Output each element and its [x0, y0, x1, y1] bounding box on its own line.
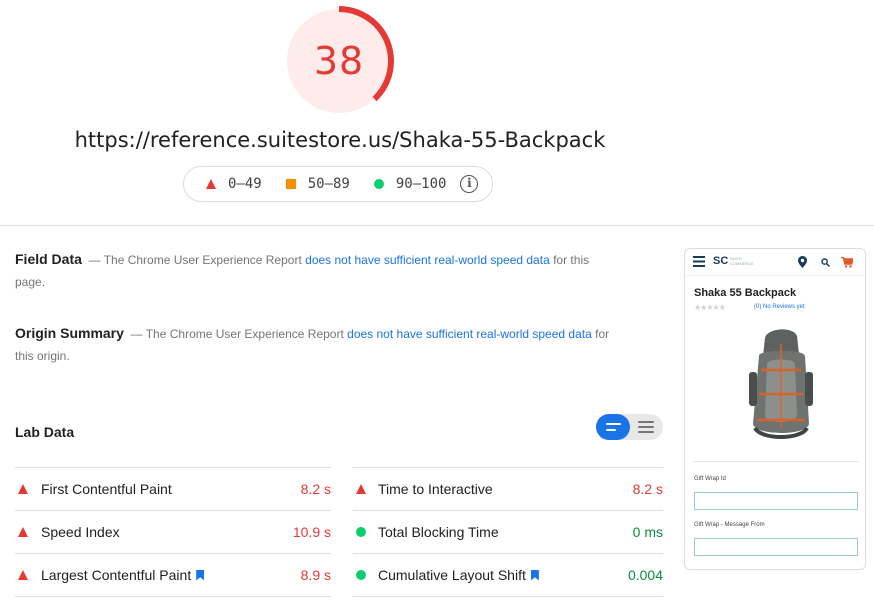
fail-triangle-icon [18, 484, 28, 494]
score-legend: 0–49 50–89 90–100 i [183, 166, 493, 202]
fail-triangle-icon [18, 527, 28, 537]
legend-fail: 0–49 [206, 176, 262, 192]
fail-triangle-icon [356, 484, 366, 494]
legend-pass-range: 90–100 [395, 176, 447, 192]
metric-row: Largest Contentful Paint 8.9 s [15, 553, 331, 596]
gift-wrap-id-field [694, 492, 858, 510]
gift-wrap-id-label: Gift Wrap Id [694, 476, 726, 482]
metrics-view-toggle[interactable] [596, 414, 663, 440]
bookmark-icon [196, 569, 205, 581]
origin-summary-dash: — [130, 327, 143, 341]
metric-value: 0.004 [627, 567, 663, 583]
info-icon[interactable]: i [460, 175, 479, 193]
metric-row: First Contentful Paint 8.2 s [15, 467, 331, 510]
pass-circle-icon [373, 179, 384, 189]
metric-label: Total Blocking Time [378, 524, 499, 540]
origin-summary-link[interactable]: does not have sufficient real-world spee… [347, 327, 592, 341]
fail-triangle-icon [18, 570, 28, 580]
tested-url: https://reference.suitestore.us/Shaka-55… [74, 128, 606, 152]
metric-value: 8.2 s [632, 481, 663, 497]
store-logo: SC [713, 255, 729, 267]
legend-pass: 90–100 [373, 176, 447, 192]
legend-average-range: 50–89 [307, 176, 350, 192]
performance-score-gauge: 38 [282, 4, 396, 118]
origin-summary-section: Origin Summary — The Chrome User Experie… [15, 322, 610, 367]
lab-data-title: Lab Data [15, 424, 75, 440]
legend-fail-range: 0–49 [228, 176, 262, 192]
field-data-dash: — [88, 253, 101, 267]
pass-circle-icon [356, 527, 366, 537]
cart-icon [841, 257, 853, 268]
gift-wrap-message-label: Gift Wrap - Message From [694, 522, 765, 528]
origin-summary-title: Origin Summary [15, 325, 124, 341]
metric-label: Speed Index [41, 524, 120, 540]
metric-label: Cumulative Layout Shift [378, 567, 526, 583]
store-logo-subtext: SUITE COMMERCE [730, 256, 754, 266]
performance-score: 38 [313, 39, 365, 83]
reviews-count: (0) No Reviews yet [754, 304, 805, 310]
metric-row: Speed Index 10.9 s [15, 510, 331, 553]
toggle-expanded-view[interactable] [630, 414, 663, 440]
thumbnail-divider [693, 461, 859, 462]
metric-label: Time to Interactive [378, 481, 493, 497]
metric-row: Total Blocking Time 0 ms [353, 510, 663, 553]
header-divider [0, 225, 874, 226]
metric-value: 8.9 s [300, 567, 331, 583]
origin-summary-text: The Chrome User Experience Report [145, 327, 344, 341]
metrics-bottom-divider [353, 596, 663, 597]
search-icon [821, 258, 830, 267]
page-screenshot-thumbnail: SC SUITE COMMERCE Shaka 55 Backpack ★★★★… [684, 248, 866, 570]
metric-value: 0 ms [632, 524, 663, 540]
metrics-bottom-divider [15, 596, 331, 597]
average-square-icon [285, 179, 296, 189]
legend-average: 50–89 [285, 176, 350, 192]
field-data-link[interactable]: does not have sufficient real-world spee… [305, 253, 550, 267]
metric-value: 8.2 s [300, 481, 331, 497]
metric-value: 10.9 s [292, 524, 331, 540]
thumbnail-header: SC SUITE COMMERCE [685, 249, 865, 276]
metric-label: Largest Contentful Paint [41, 567, 192, 583]
gift-wrap-message-field [694, 538, 858, 556]
pass-circle-icon [356, 570, 366, 580]
toggle-compact-view[interactable] [596, 414, 630, 440]
metric-label: First Contentful Paint [41, 481, 172, 497]
field-data-text: The Chrome User Experience Report [103, 253, 302, 267]
metric-row: Cumulative Layout Shift 0.004 [353, 553, 663, 596]
hamburger-menu-icon [693, 256, 705, 267]
product-title: Shaka 55 Backpack [694, 287, 797, 299]
field-data-title: Field Data [15, 251, 82, 267]
fail-triangle-icon [206, 179, 216, 189]
field-data-section: Field Data — The Chrome User Experience … [15, 248, 610, 293]
backpack-image [749, 329, 813, 439]
bookmark-icon [530, 569, 539, 581]
location-pin-icon [798, 256, 807, 268]
rating-stars-icon: ★★★★★ [694, 303, 726, 312]
metric-row: Time to Interactive 8.2 s [353, 467, 663, 510]
